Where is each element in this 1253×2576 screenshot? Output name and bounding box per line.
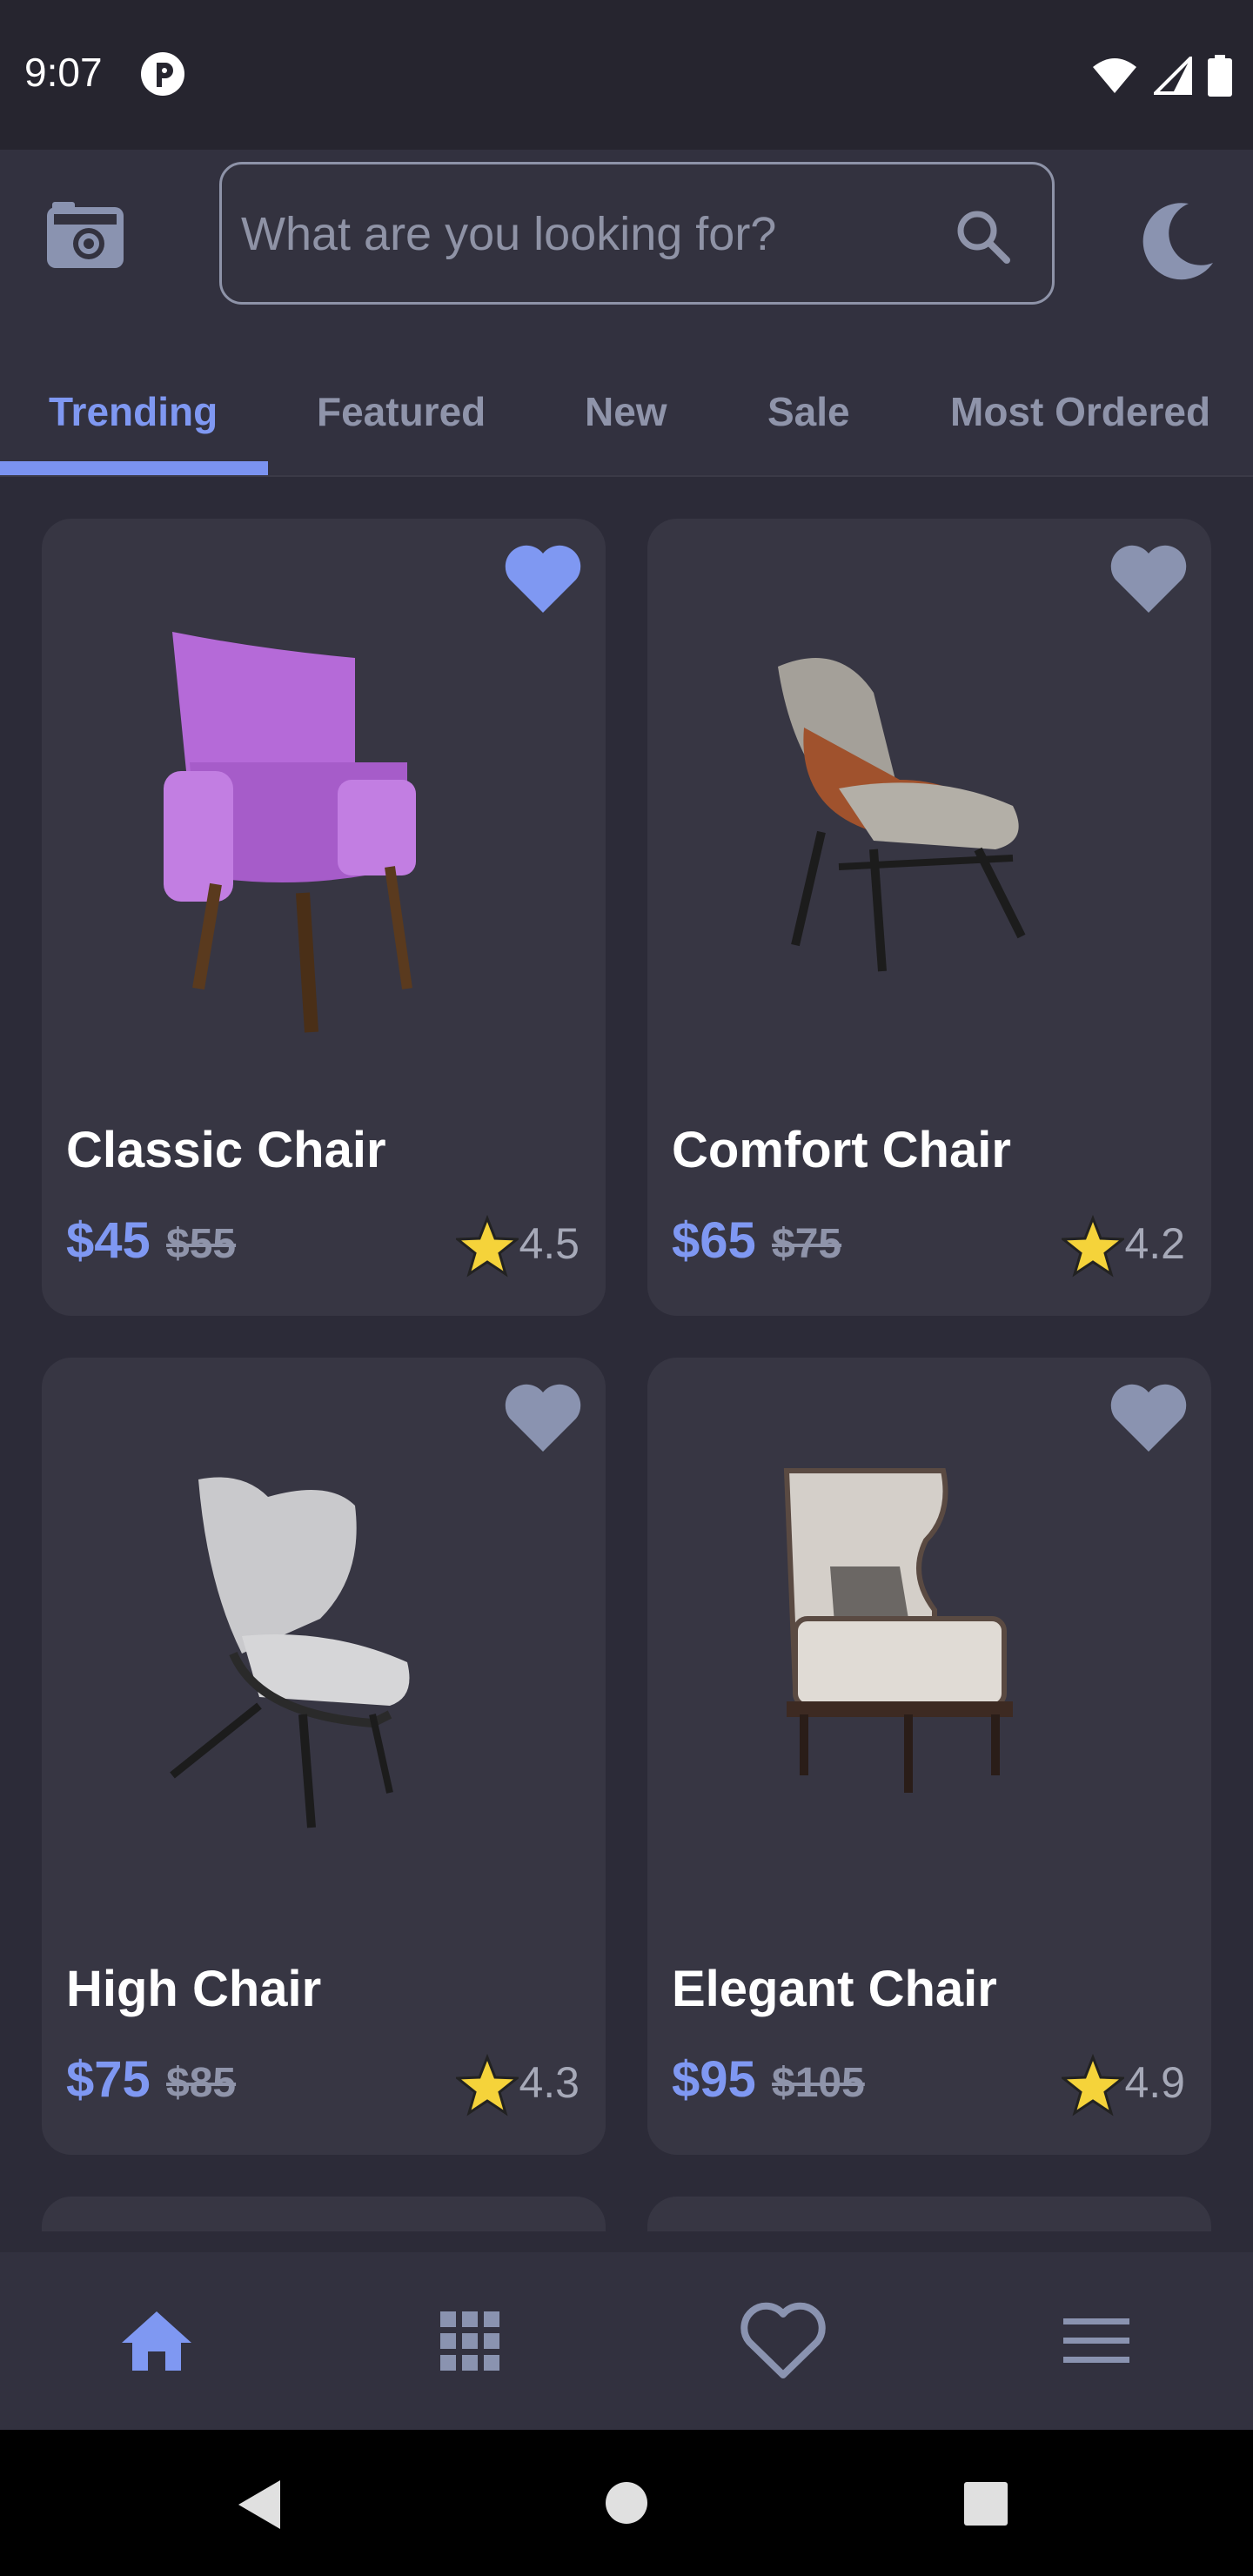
camera-icon[interactable] [45, 200, 125, 270]
product-card-classic-chair[interactable]: Classic Chair $45 $55 4.5 [42, 519, 606, 1316]
elegant-chair-image [783, 1468, 1013, 1793]
comfort-chair-image [778, 658, 1026, 972]
product-name: High Chair [66, 1961, 322, 2017]
back-icon[interactable] [237, 2479, 282, 2531]
product-name: Classic Chair [66, 1122, 386, 1178]
nav-favorites-button[interactable] [626, 2252, 940, 2430]
star-icon [1062, 1215, 1124, 1278]
category-tabs: Trending Featured New Sale Most Ordered [0, 348, 1253, 475]
product-price: $75 [66, 2051, 151, 2108]
classic-chair-image [164, 632, 416, 1033]
wifi-icon [1093, 58, 1136, 93]
product-name: Comfort Chair [672, 1122, 1011, 1178]
tab-trending[interactable]: Trending [49, 348, 218, 475]
product-old-price: $75 [772, 1221, 842, 1267]
home-circle-icon[interactable] [604, 2480, 649, 2526]
product-rating: 4.2 [1124, 1219, 1185, 1268]
search-icon[interactable] [953, 206, 1014, 267]
grid-icon [440, 2311, 499, 2371]
nav-grid-button[interactable] [313, 2252, 626, 2430]
product-card-partial[interactable] [647, 2197, 1211, 2231]
heart-outline-icon [740, 2302, 826, 2378]
recents-icon[interactable] [964, 2482, 1008, 2526]
tab-new[interactable]: New [585, 348, 667, 475]
favorite-heart-icon[interactable] [1109, 543, 1189, 616]
star-icon [456, 2054, 519, 2116]
product-card-partial[interactable] [42, 2197, 606, 2231]
status-bar: 9:07 [0, 0, 1253, 150]
menu-icon [1063, 2318, 1129, 2363]
status-icons [1091, 54, 1232, 97]
favorite-heart-icon[interactable] [503, 1382, 583, 1455]
search-input[interactable] [239, 164, 956, 304]
product-name: Elegant Chair [672, 1961, 997, 2017]
signal-icon [1154, 57, 1192, 95]
product-price: $45 [66, 1212, 151, 1269]
dark-mode-moon-icon[interactable] [1135, 198, 1218, 282]
product-old-price: $55 [166, 1221, 237, 1267]
app-notification-icon [141, 52, 184, 96]
favorite-heart-icon[interactable] [1109, 1382, 1189, 1455]
product-card-high-chair[interactable]: High Chair $75 $85 4.3 [42, 1358, 606, 2155]
product-old-price: $85 [166, 2060, 237, 2106]
nav-menu-button[interactable] [940, 2252, 1253, 2430]
tab-sale[interactable]: Sale [767, 348, 850, 475]
star-icon [1062, 2054, 1124, 2116]
status-time: 9:07 [24, 50, 103, 95]
tab-featured[interactable]: Featured [317, 348, 486, 475]
product-rating: 4.5 [519, 1219, 580, 1268]
search-box[interactable] [219, 162, 1055, 305]
tab-divider [0, 475, 1253, 477]
product-card-elegant-chair[interactable]: Elegant Chair $95 $105 4.9 [647, 1358, 1211, 2155]
bottom-navigation [0, 2252, 1253, 2430]
nav-home-button[interactable] [0, 2252, 313, 2430]
product-rating: 4.3 [519, 2058, 580, 2107]
product-card-comfort-chair[interactable]: Comfort Chair $65 $75 4.2 [647, 519, 1211, 1316]
product-price: $95 [672, 2051, 756, 2108]
battery-icon [1208, 55, 1232, 97]
system-navigation-bar [0, 2430, 1253, 2576]
favorite-heart-icon[interactable] [503, 543, 583, 616]
high-chair-image [170, 1477, 410, 1828]
home-icon [122, 2311, 191, 2371]
active-tab-indicator [0, 461, 268, 475]
star-icon [456, 1215, 519, 1278]
tab-most-ordered[interactable]: Most Ordered [950, 348, 1210, 475]
product-price: $65 [672, 1212, 756, 1269]
product-old-price: $105 [772, 2060, 865, 2106]
product-rating: 4.9 [1124, 2058, 1185, 2107]
